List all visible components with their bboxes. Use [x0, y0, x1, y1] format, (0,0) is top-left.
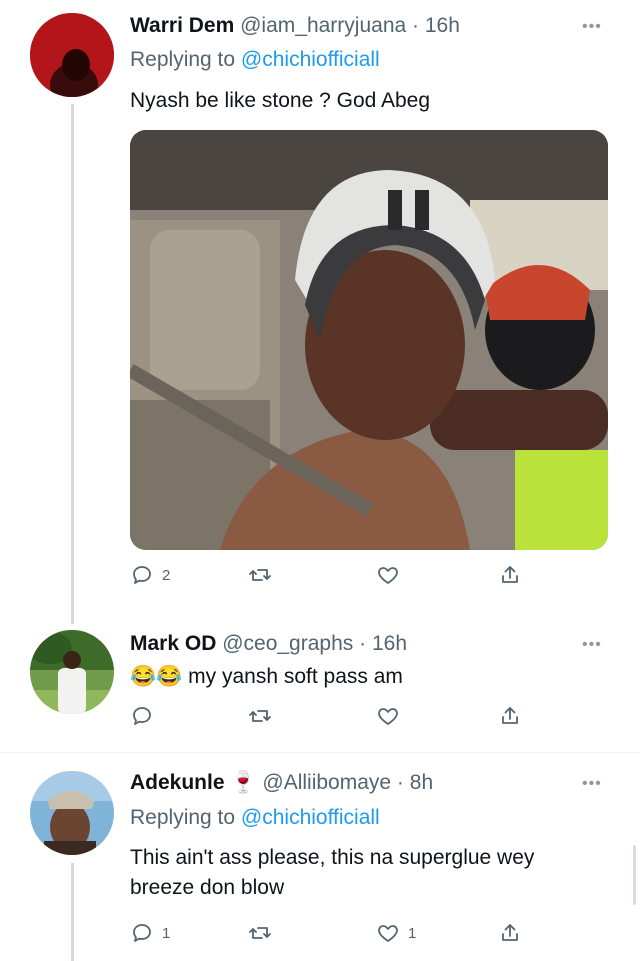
display-name[interactable]: Adekunle	[130, 771, 225, 794]
retweet-icon	[249, 569, 271, 581]
handle[interactable]: @iam_harryjuana	[240, 14, 406, 37]
replying-to: Replying to @chichiofficiall	[130, 806, 380, 830]
share-button[interactable]	[498, 921, 522, 945]
tweet-header: Mark OD @ceo_graphs · 16h	[130, 632, 407, 656]
reply-button[interactable]: 1	[130, 921, 170, 945]
tweet-text-line: breeze don blow	[130, 876, 285, 899]
share-icon	[502, 924, 518, 941]
tweet-actions: 1 1	[130, 921, 530, 951]
replying-to: Replying to @chichiofficiall	[130, 48, 380, 72]
like-button[interactable]	[376, 704, 408, 728]
tweet-text: 😂😂 my yansh soft pass am	[130, 662, 403, 692]
display-name[interactable]: Warri Dem	[130, 14, 234, 37]
tweet-adekunle[interactable]: Adekunle 🍷 @Alliibomaye · 8h ••• Replyin…	[0, 753, 640, 961]
retweet-button[interactable]	[248, 563, 280, 587]
heart-icon	[378, 925, 398, 942]
tweet-header: Adekunle 🍷 @Alliibomaye · 8h	[130, 771, 433, 795]
more-icon[interactable]: •••	[582, 18, 602, 36]
avatar[interactable]	[30, 771, 114, 855]
tweet-actions: 2	[130, 563, 530, 593]
like-count: 1	[408, 924, 417, 942]
laughing-emoji: 😂😂	[130, 665, 183, 688]
replying-prefix: Replying to	[130, 48, 241, 71]
tweet-actions	[130, 704, 530, 734]
share-button[interactable]	[498, 704, 522, 728]
avatar[interactable]	[30, 630, 114, 714]
timestamp[interactable]: 8h	[410, 771, 433, 794]
handle[interactable]: @Alliibomaye	[262, 771, 391, 794]
reply-icon	[133, 924, 151, 942]
retweet-button[interactable]	[248, 704, 280, 728]
like-button[interactable]: 1	[376, 921, 416, 945]
timestamp[interactable]: 16h	[425, 14, 460, 37]
tweet-text-body: my yansh soft pass am	[188, 665, 403, 688]
tweet-media-image[interactable]	[130, 130, 608, 550]
share-icon	[502, 566, 518, 583]
tweet-text-line: This ain't ass please, this na superglue…	[130, 846, 535, 869]
display-name[interactable]: Mark OD	[130, 632, 216, 655]
separator-dot: ·	[359, 632, 367, 655]
avatar[interactable]	[30, 13, 114, 97]
reply-count: 2	[162, 566, 171, 584]
heart-icon	[378, 708, 398, 725]
reply-button[interactable]	[130, 704, 162, 728]
scrollbar-thumb[interactable]	[633, 845, 636, 905]
tweet-text: This ain't ass please, this na superglue…	[130, 843, 534, 903]
wine-glass-emoji: 🍷	[230, 771, 257, 794]
share-icon	[502, 707, 518, 724]
tweet-mark-od[interactable]: Mark OD @ceo_graphs · 16h ••• 😂😂 my yans…	[0, 620, 640, 752]
thread-line	[71, 104, 74, 624]
separator-dot: ·	[412, 14, 420, 37]
reply-icon	[133, 566, 151, 584]
handle[interactable]: @ceo_graphs	[222, 632, 353, 655]
mention-link[interactable]: @chichiofficiall	[241, 48, 380, 71]
mention-link[interactable]: @chichiofficiall	[241, 806, 380, 829]
retweet-button[interactable]	[248, 921, 280, 945]
retweet-icon	[249, 927, 271, 939]
tweet-text: Nyash be like stone ? God Abeg	[130, 89, 431, 112]
like-button[interactable]	[376, 563, 408, 587]
timestamp[interactable]: 16h	[372, 632, 407, 655]
reply-button[interactable]: 2	[130, 563, 170, 587]
more-icon[interactable]: •••	[582, 636, 602, 654]
separator-dot: ·	[396, 771, 404, 794]
retweet-icon	[249, 710, 271, 722]
tweet-warri-dem[interactable]: Warri Dem @iam_harryjuana · 16h ••• Repl…	[0, 0, 640, 624]
share-button[interactable]	[498, 563, 522, 587]
tweet-header: Warri Dem @iam_harryjuana · 16h	[130, 14, 460, 38]
reply-count: 1	[162, 924, 171, 942]
replying-prefix: Replying to	[130, 806, 241, 829]
thread-line	[71, 863, 74, 961]
reply-icon	[133, 707, 151, 725]
more-icon[interactable]: •••	[582, 775, 602, 793]
heart-icon	[378, 567, 398, 584]
